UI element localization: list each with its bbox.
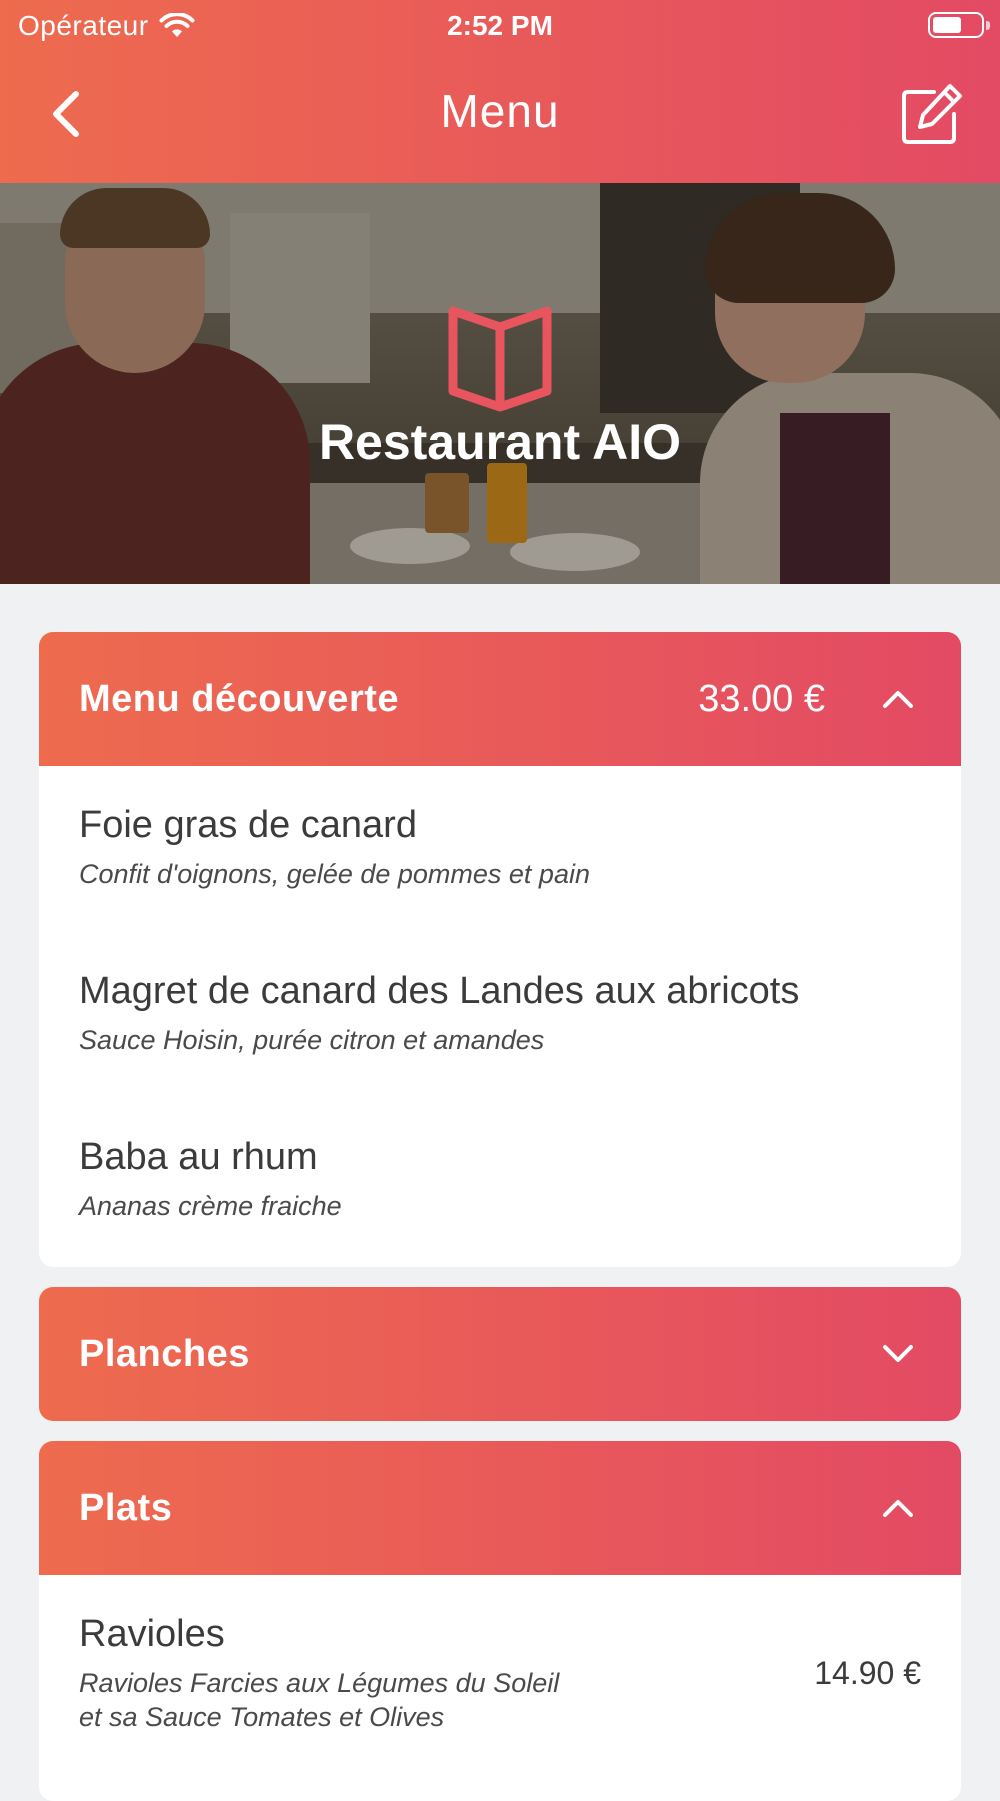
item-description: Ananas crème fraiche (79, 1191, 342, 1221)
navigation-bar: Menu (0, 70, 1000, 160)
open-book-icon (448, 306, 552, 412)
section-title: Menu découverte (79, 677, 400, 720)
section-price: 33.00 € (698, 677, 825, 720)
list-item[interactable]: Baba au rhum Ananas crème fraiche (39, 1098, 961, 1264)
chevron-up-icon[interactable] (881, 1497, 915, 1519)
restaurant-name: Restaurant AIO (318, 414, 682, 470)
item-description: Ravioles Farcies aux Légumes du Soleil e… (79, 1666, 921, 1734)
list-item[interactable]: Ravioles Ravioles Farcies aux Légumes du… (39, 1575, 961, 1775)
section-title: Plats (79, 1486, 173, 1529)
item-description-line: Ravioles Farcies aux Légumes du Soleil (79, 1668, 560, 1698)
item-name: Magret de canard des Landes aux abricots (79, 970, 800, 1012)
section-plats: Plats Ravioles Ravioles Farcies aux Légu… (39, 1441, 961, 1801)
section-header-plats[interactable]: Plats (39, 1441, 961, 1575)
list-item[interactable]: Foie gras de canard Confit d'oignons, ge… (39, 766, 961, 932)
item-price: 14.90 € (814, 1655, 921, 1691)
item-description: Confit d'oignons, gelée de pommes et pai… (79, 859, 590, 889)
list-item[interactable]: Magret de canard des Landes aux abricots… (39, 932, 961, 1098)
app-header: Opérateur 2:52 PM Menu (0, 0, 1000, 183)
status-time: 2:52 PM (447, 10, 553, 41)
section-planches: Planches (39, 1287, 961, 1421)
item-description-line: et sa Sauce Tomates et Olives (79, 1702, 445, 1732)
item-name: Foie gras de canard (79, 804, 417, 846)
section-title: Planches (79, 1332, 250, 1375)
chevron-down-icon[interactable] (881, 1343, 915, 1365)
section-menu-decouverte: Menu découverte 33.00 € Foie gras de can… (39, 632, 961, 1267)
item-description: Sauce Hoisin, purée citron et amandes (79, 1025, 545, 1055)
section-header-menu-decouverte[interactable]: Menu découverte 33.00 € (39, 632, 961, 766)
item-name: Ravioles (79, 1613, 225, 1655)
hero-banner: Restaurant AIO (0, 183, 1000, 584)
section-header-planches[interactable]: Planches (39, 1287, 961, 1421)
status-bar: Opérateur 2:52 PM (0, 0, 1000, 50)
edit-icon[interactable] (898, 80, 966, 148)
item-name: Baba au rhum (79, 1136, 318, 1178)
page-title: Menu (440, 85, 560, 137)
battery-icon (928, 12, 990, 38)
chevron-up-icon[interactable] (881, 688, 915, 710)
